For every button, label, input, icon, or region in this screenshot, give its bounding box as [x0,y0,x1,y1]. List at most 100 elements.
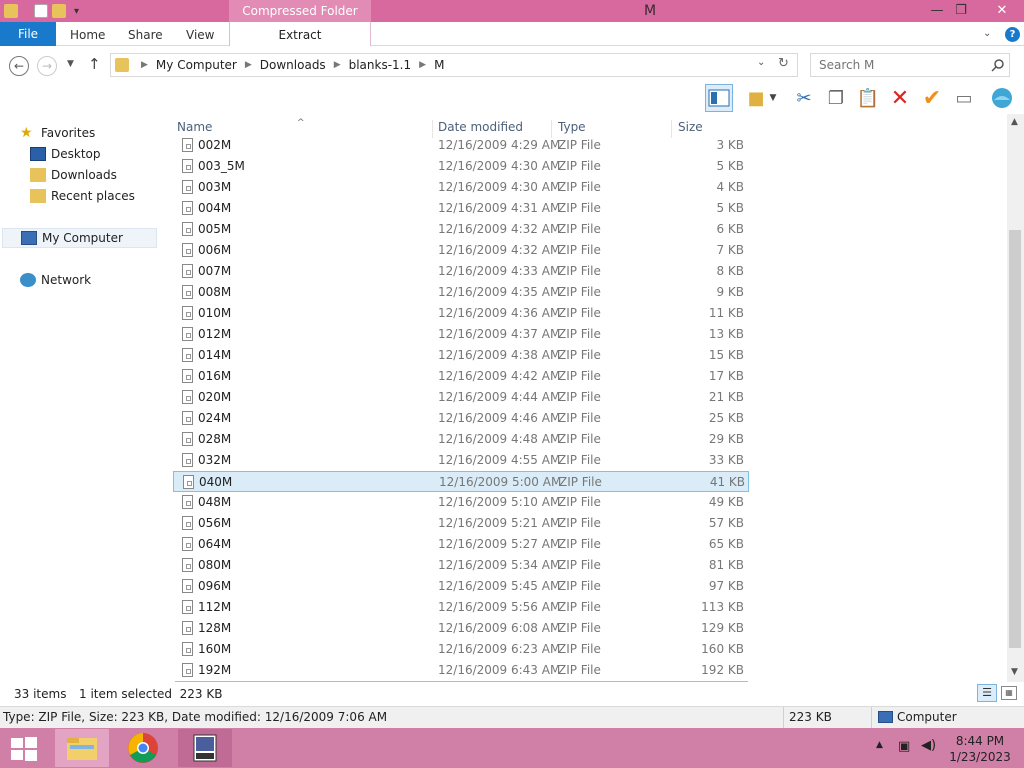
zip-file-icon [182,579,193,593]
sidebar-item-desktop[interactable]: Desktop [30,144,101,164]
table-row[interactable]: 064M 12/16/2009 5:27 AM ZIP File 65 KB [173,534,749,555]
file-date: 12/16/2009 4:38 AM [438,348,561,362]
chrome-taskbar-button[interactable] [116,729,170,767]
sidebar-item-recent-places[interactable]: Recent places [30,186,135,206]
breadcrumb-separator-icon[interactable]: ▶ [419,60,426,70]
breadcrumb-blanks[interactable]: blanks-1.1 [349,58,412,72]
zip-file-icon [182,138,193,152]
file-type: ZIP File [558,222,601,236]
table-row[interactable]: 007M 12/16/2009 4:33 AM ZIP File 8 KB [173,261,749,282]
table-row[interactable]: 056M 12/16/2009 5:21 AM ZIP File 57 KB [173,513,749,534]
volume-icon[interactable]: ◀) [921,738,936,753]
sidebar-item-my-computer[interactable]: My Computer [2,228,157,248]
table-row[interactable]: 003M 12/16/2009 4:30 AM ZIP File 4 KB [173,177,749,198]
scroll-down-icon[interactable]: ▼ [1011,667,1018,677]
table-row[interactable]: 128M 12/16/2009 6:08 AM ZIP File 129 KB [173,618,749,639]
app-taskbar-button[interactable] [178,729,232,767]
file-explorer-taskbar-button[interactable] [55,729,109,767]
zip-file-icon [182,327,193,341]
customize-qat-icon[interactable]: ▾ [74,6,79,17]
folder-icon [115,58,129,72]
zip-file-icon [182,642,193,656]
folder-icon[interactable] [4,4,18,18]
breadcrumb-my-computer[interactable]: My Computer [156,58,237,72]
network-status-icon[interactable]: ▣ [898,739,910,754]
refresh-icon[interactable]: ↻ [778,56,789,71]
scrollbar-thumb[interactable] [1009,230,1021,648]
table-row[interactable]: 014M 12/16/2009 4:38 AM ZIP File 15 KB [173,345,749,366]
table-row[interactable]: 112M 12/16/2009 5:56 AM ZIP File 113 KB [173,597,749,618]
address-bar[interactable]: ▶ My Computer ▶ Downloads ▶ blanks-1.1 ▶… [110,53,798,77]
file-list: Name ^ Date modified Type Size 002M 12/16… [173,114,1011,682]
sidebar-item-downloads[interactable]: Downloads [30,165,117,185]
delete-icon[interactable]: ✕ [886,84,914,112]
table-row[interactable]: 040M 12/16/2009 5:00 AM ZIP File 41 KB [173,471,749,492]
window-title: M [643,3,657,19]
table-row[interactable]: 006M 12/16/2009 4:32 AM ZIP File 7 KB [173,240,749,261]
table-row[interactable]: 192M 12/16/2009 6:43 AM ZIP File 192 KB [173,660,749,681]
zip-file-icon [182,180,193,194]
maximize-button[interactable]: ❐ [946,0,976,22]
sidebar-item-network[interactable]: Network [20,270,91,290]
details-view-icon[interactable]: ☰ [977,684,997,702]
large-icons-view-icon[interactable]: ▦ [1001,686,1017,700]
recent-locations-icon[interactable]: ▼ [67,59,74,69]
table-row[interactable]: 016M 12/16/2009 4:42 AM ZIP File 17 KB [173,366,749,387]
forward-button[interactable]: → [37,56,57,76]
table-row[interactable]: 080M 12/16/2009 5:34 AM ZIP File 81 KB [173,555,749,576]
preview-pane-icon[interactable] [705,84,733,112]
tab-share[interactable]: Share [128,22,163,46]
table-row[interactable]: 024M 12/16/2009 4:46 AM ZIP File 25 KB [173,408,749,429]
table-row[interactable]: 010M 12/16/2009 4:36 AM ZIP File 11 KB [173,303,749,324]
tab-view[interactable]: View [186,22,214,46]
tab-extract[interactable]: Extract [229,22,371,46]
cut-icon[interactable]: ✂ [790,84,818,112]
paste-icon[interactable]: 📋 [854,84,882,112]
column-label: Name [177,120,213,134]
table-row[interactable]: 048M 12/16/2009 5:10 AM ZIP File 49 KB [173,492,749,513]
breadcrumb-m[interactable]: M [434,58,444,72]
show-hidden-icons-icon[interactable]: ▲ [876,740,883,750]
table-row[interactable]: 003_5M 12/16/2009 4:30 AM ZIP File 5 KB [173,156,749,177]
select-all-icon[interactable]: ✔ [918,84,946,112]
copy-icon[interactable]: ❐ [822,84,850,112]
back-button[interactable]: ← [9,56,29,76]
scroll-up-icon[interactable]: ▲ [1011,117,1018,127]
folder-options-dropdown-icon[interactable]: ▼ [766,84,780,112]
properties-icon[interactable] [34,4,48,18]
address-dropdown-icon[interactable]: ⌄ [757,57,765,68]
close-button[interactable]: ✕ [984,0,1020,22]
tab-file[interactable]: File [0,22,56,46]
table-row[interactable]: 160M 12/16/2009 6:23 AM ZIP File 160 KB [173,639,749,660]
table-row[interactable]: 005M 12/16/2009 4:32 AM ZIP File 6 KB [173,219,749,240]
table-row[interactable]: 020M 12/16/2009 4:44 AM ZIP File 21 KB [173,387,749,408]
file-size: 9 KB [716,285,744,299]
table-row[interactable]: 012M 12/16/2009 4:37 AM ZIP File 13 KB [173,324,749,345]
zip-file-icon [182,432,193,446]
file-size: 49 KB [708,495,744,509]
table-row[interactable]: 096M 12/16/2009 5:45 AM ZIP File 97 KB [173,576,749,597]
breadcrumb-separator-icon[interactable]: ▶ [334,60,341,70]
help-icon[interactable]: ? [1005,27,1020,42]
search-icon[interactable] [991,58,1005,72]
table-row[interactable]: 008M 12/16/2009 4:35 AM ZIP File 9 KB [173,282,749,303]
windows-start-icon[interactable] [10,736,38,762]
table-row[interactable]: 028M 12/16/2009 4:48 AM ZIP File 29 KB [173,429,749,450]
vertical-scrollbar[interactable]: ▲ ▼ [1007,114,1024,682]
file-type: ZIP File [558,411,601,425]
search-input[interactable] [811,54,987,76]
globe-icon[interactable] [988,84,1016,112]
new-folder-icon[interactable] [52,4,66,18]
table-row[interactable]: 032M 12/16/2009 4:55 AM ZIP File 33 KB [173,450,749,471]
expand-ribbon-icon[interactable]: ⌄ [983,22,991,46]
rename-icon[interactable]: ▭ [950,84,978,112]
taskbar-clock[interactable]: 8:44 PM 1/23/2023 [940,733,1020,765]
breadcrumb-separator-icon[interactable]: ▶ [141,60,148,70]
breadcrumb-downloads[interactable]: Downloads [260,58,326,72]
tab-home[interactable]: Home [70,22,105,46]
table-row[interactable]: 002M 12/16/2009 4:29 AM ZIP File 3 KB [173,135,749,156]
sidebar-item-favorites[interactable]: ★ Favorites [20,123,95,143]
table-row[interactable]: 004M 12/16/2009 4:31 AM ZIP File 5 KB [173,198,749,219]
up-arrow-icon[interactable]: ↑ [88,55,101,73]
breadcrumb-separator-icon[interactable]: ▶ [245,60,252,70]
